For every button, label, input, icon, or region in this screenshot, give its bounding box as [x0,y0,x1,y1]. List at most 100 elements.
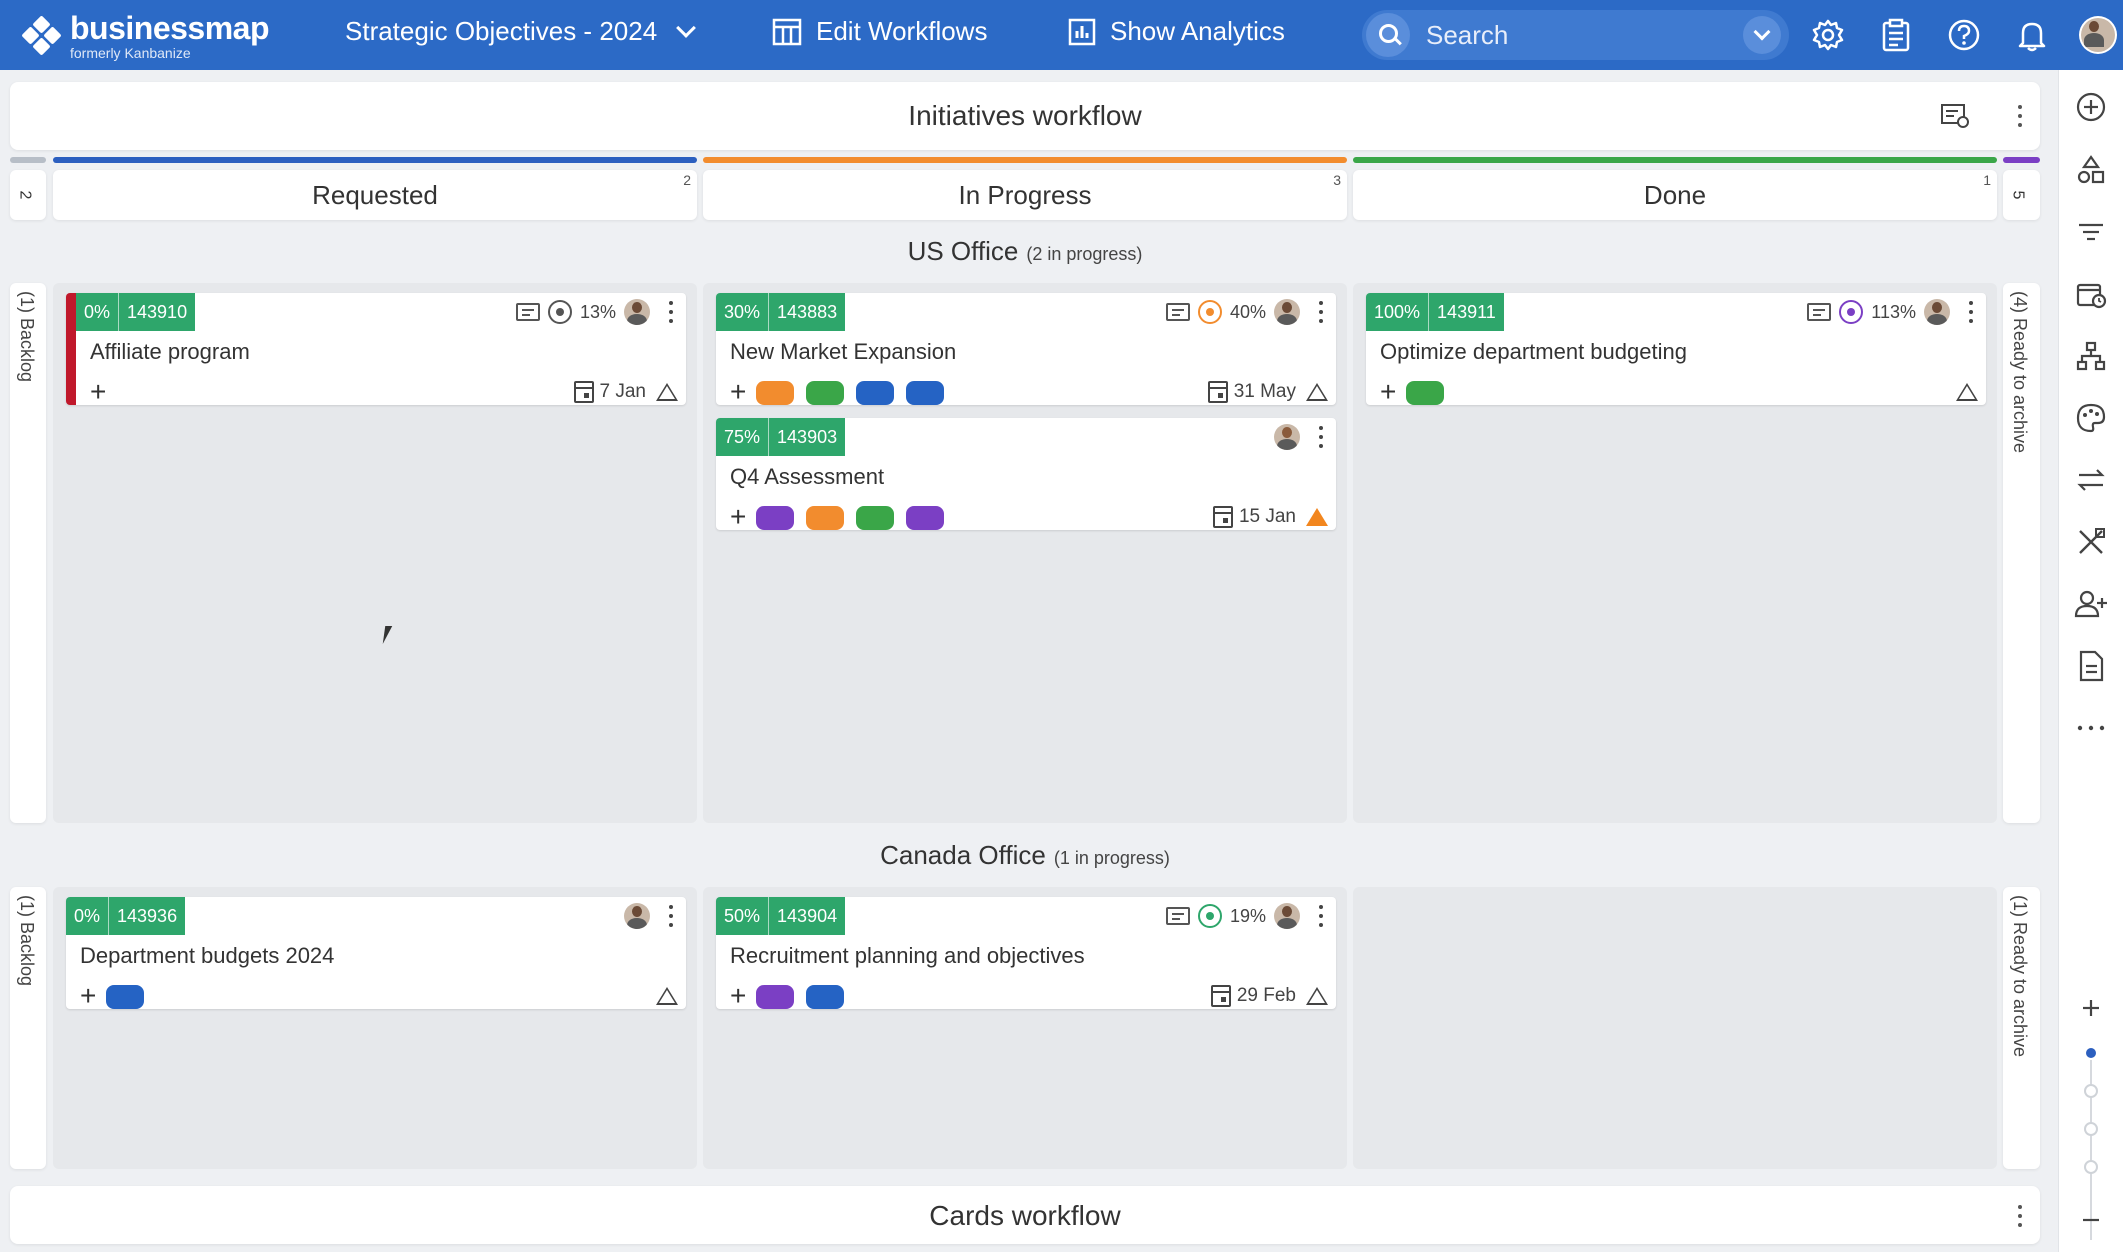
assignee-avatar[interactable] [1274,424,1300,450]
zoom-out-icon[interactable] [2071,1200,2111,1240]
tag[interactable] [756,506,794,530]
add-icon[interactable]: + [90,378,106,406]
add-icon[interactable]: + [730,982,746,1010]
show-analytics-button[interactable]: Show Analytics [1068,16,1285,47]
tag[interactable] [806,381,844,405]
archive-column-header[interactable]: 5 [2003,170,2040,220]
assignee-avatar[interactable] [1274,903,1300,929]
priority-icon[interactable] [656,987,678,1005]
search-input[interactable] [1426,19,1716,51]
description-icon[interactable] [1165,303,1190,321]
help-icon[interactable] [1942,13,1986,57]
card-title[interactable]: Department budgets 2024 [80,943,334,969]
due-date[interactable]: 7 Jan [573,381,646,403]
tag[interactable] [806,985,844,1009]
zoom-step[interactable] [2084,1084,2098,1098]
card-menu-icon[interactable] [664,905,678,927]
target-icon[interactable] [1197,904,1222,928]
tag[interactable] [756,985,794,1009]
palette-icon[interactable] [2071,398,2111,438]
add-icon[interactable] [2071,87,2111,127]
calendar-clock-icon[interactable] [2071,274,2111,314]
tag[interactable] [106,985,144,1009]
add-icon[interactable]: + [730,503,746,531]
card-menu-icon[interactable] [664,301,678,323]
card-menu-icon[interactable] [1314,905,1328,927]
search-dropdown-button[interactable] [1743,16,1781,54]
backlog-lane-cell[interactable]: (1) Backlog [10,887,46,1169]
card-menu-icon[interactable] [1964,301,1978,323]
tag[interactable] [806,506,844,530]
lane-title-us-office[interactable]: US Office (2 in progress) [0,236,2050,267]
assignee-avatar[interactable] [624,903,650,929]
due-date[interactable]: 15 Jan [1212,506,1296,528]
column-requested[interactable]: Requested 2 [53,170,697,220]
add-user-icon[interactable] [2071,584,2111,624]
column-done[interactable]: Done 1 [1353,170,1997,220]
tag[interactable] [1406,381,1444,405]
workflow-settings-icon[interactable] [1940,102,1970,135]
priority-high-icon[interactable] [1306,508,1328,526]
zoom-in-icon[interactable] [2071,988,2111,1028]
assignee-avatar[interactable] [624,299,650,325]
swap-icon[interactable] [2071,460,2111,500]
search-icon[interactable] [1366,13,1410,57]
more-icon[interactable] [2071,708,2111,748]
assignee-avatar[interactable] [1924,299,1950,325]
filter-icon[interactable] [2071,212,2111,252]
workflow-menu-icon[interactable] [2008,102,2032,130]
hierarchy-icon[interactable] [2071,336,2111,376]
add-icon[interactable]: + [730,378,746,406]
tag[interactable] [756,381,794,405]
tag[interactable] [906,381,944,405]
card-143911[interactable]: 100% 143911 113% Optimize department budg… [1366,293,1986,405]
card-menu-icon[interactable] [1314,301,1328,323]
lane-title-canada-office[interactable]: Canada Office (1 in progress) [0,840,2050,871]
description-icon[interactable] [515,303,540,321]
priority-icon[interactable] [1956,383,1978,401]
target-icon[interactable] [1839,300,1864,324]
zoom-step[interactable] [2084,1122,2098,1136]
card-143903[interactable]: 75% 143903 Q4 Assessment + 15 Jan [716,418,1336,530]
card-title[interactable]: New Market Expansion [730,339,956,365]
backlog-column-header[interactable]: 2 [10,170,46,220]
description-icon[interactable] [1165,907,1190,925]
assignee-avatar[interactable] [1274,299,1300,325]
add-icon[interactable]: + [80,982,96,1010]
priority-icon[interactable] [1306,383,1328,401]
card-title[interactable]: Q4 Assessment [730,464,884,490]
tag[interactable] [856,381,894,405]
add-icon[interactable]: + [1380,378,1396,406]
workflow-menu-icon[interactable] [2008,1202,2032,1230]
archive-lane-cell[interactable]: (4) Ready to archive [2003,283,2040,823]
zoom-slider-handle[interactable] [2084,1046,2098,1060]
card-title[interactable]: Recruitment planning and objectives [730,943,1085,969]
logo[interactable]: businessmap formerly Kanbanize [21,12,270,60]
archive-lane-cell[interactable]: (1) Ready to archive [2003,887,2040,1169]
tag[interactable] [906,506,944,530]
zoom-step[interactable] [2084,1160,2098,1174]
edit-workflows-button[interactable]: Edit Workflows [772,16,987,47]
card-143936[interactable]: 0% 143936 Department budgets 2024 + [66,897,686,1009]
tag[interactable] [856,506,894,530]
target-icon[interactable] [1197,300,1222,324]
due-date[interactable]: 29 Feb [1210,985,1296,1007]
card-143904[interactable]: 50% 143904 19% Recruitment planning and o… [716,897,1336,1009]
gear-icon[interactable] [1806,13,1850,57]
card-143910[interactable]: 0% 143910 13% Affiliate program + 7 Jan [66,293,686,405]
card-title[interactable]: Optimize department budgeting [1380,339,1687,365]
due-date[interactable]: 31 May [1207,381,1296,403]
description-icon[interactable] [1807,303,1832,321]
board-selector[interactable]: Strategic Objectives - 2024 [345,16,697,47]
clipboard-icon[interactable] [1874,13,1918,57]
priority-icon[interactable] [1306,987,1328,1005]
priority-icon[interactable] [656,383,678,401]
lane-cell-done[interactable] [1353,887,1997,1169]
card-menu-icon[interactable] [1314,426,1328,448]
document-icon[interactable] [2071,646,2111,686]
card-title[interactable]: Affiliate program [90,339,250,365]
tools-icon[interactable] [2071,522,2111,562]
avatar[interactable] [2076,13,2120,57]
backlog-lane-cell[interactable]: (1) Backlog [10,283,46,823]
column-in-progress[interactable]: In Progress 3 [703,170,1347,220]
